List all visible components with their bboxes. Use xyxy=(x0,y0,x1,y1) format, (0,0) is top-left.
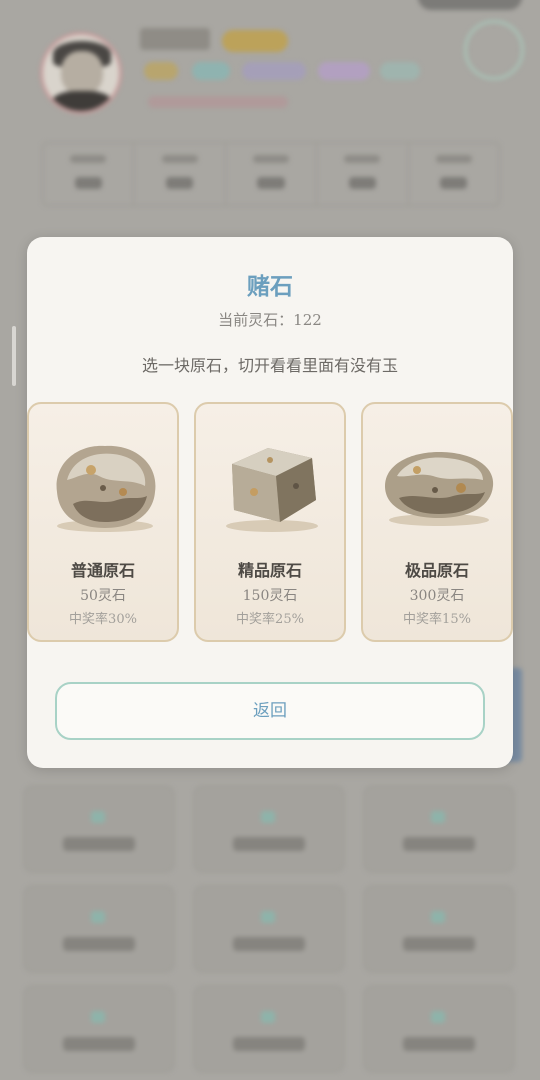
background-tile xyxy=(364,886,514,972)
stone-card-common[interactable]: 普通原石 50灵石 中奖率30% xyxy=(27,402,179,642)
raw-stone-icon xyxy=(385,452,494,526)
stone-price: 50灵石 xyxy=(80,588,126,604)
profile-subtitle xyxy=(148,96,288,108)
dialog-description: 选一块原石，切开看看里面有没有玉 xyxy=(141,356,398,375)
background-tile xyxy=(364,986,514,1072)
stone-card-premium[interactable]: 精品原石 150灵石 中奖率25% xyxy=(194,402,346,642)
spirit-stone-balance: 当前灵石：122 xyxy=(218,311,322,329)
raw-stone-icon xyxy=(226,448,318,532)
dialog-title: 赌石 xyxy=(247,273,293,300)
stone-win-rate: 中奖率25% xyxy=(236,612,304,627)
background-tile xyxy=(24,986,174,1072)
stone-name: 普通原石 xyxy=(70,561,135,580)
stone-win-rate: 中奖率30% xyxy=(69,612,137,627)
stone-card-superior[interactable]: 极品原石 300灵石 中奖率15% xyxy=(361,402,513,642)
profile-tag xyxy=(242,62,306,80)
profile-tag xyxy=(318,62,370,80)
background-tile xyxy=(24,786,174,872)
stats-bar xyxy=(42,142,500,206)
gamble-stone-dialog: 赌石 当前灵石：122 选一块原石，切开看看里面有没有玉 普通原石 50灵石 中… xyxy=(27,237,513,768)
background-tile xyxy=(364,786,514,872)
stone-win-rate: 中奖率15% xyxy=(403,612,471,627)
top-pill xyxy=(418,0,522,10)
profile-tag xyxy=(380,62,420,80)
stone-name: 极品原石 xyxy=(404,561,469,580)
background-tile xyxy=(194,986,344,1072)
profile-ring xyxy=(464,20,524,80)
stone-price: 300灵石 xyxy=(409,588,465,604)
profile-tag xyxy=(192,62,230,80)
background-tile xyxy=(194,886,344,972)
avatar xyxy=(40,32,122,114)
stone-name: 精品原石 xyxy=(237,561,302,580)
background-tile xyxy=(24,886,174,972)
profile-name-placeholder xyxy=(140,28,210,50)
profile-badge xyxy=(222,30,288,52)
background-tile xyxy=(194,786,344,872)
profile-tag xyxy=(144,62,178,80)
stone-price: 150灵石 xyxy=(242,588,298,604)
raw-stone-icon xyxy=(56,445,156,532)
stone-options: 普通原石 50灵石 中奖率30% 精品原石 150灵石 中奖率25% 极品原石 … xyxy=(27,402,513,644)
scroll-indicator xyxy=(12,326,16,386)
back-button[interactable]: 返回 xyxy=(55,682,485,740)
